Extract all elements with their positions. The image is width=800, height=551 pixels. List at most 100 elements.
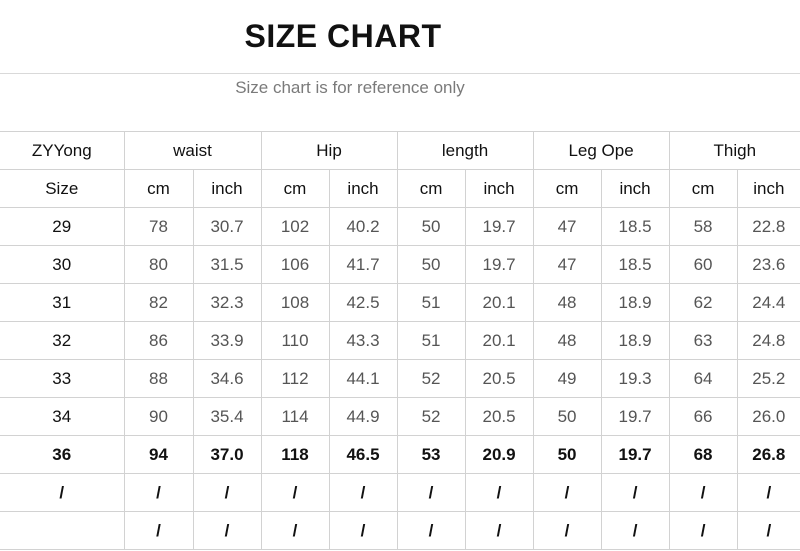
measurement-cell: 26.0: [736, 397, 800, 436]
measurement-cell: 23.6: [736, 245, 800, 284]
measurement-cell: /: [600, 473, 670, 512]
table-row: 29 78 30.7 102 40.2 50 19.7 47 18.5 58 22.8: [0, 207, 800, 246]
measurement-cell: /: [260, 511, 330, 550]
unit-header: cm: [668, 169, 738, 208]
measurement-cell: /: [668, 473, 738, 512]
measurement-cell: 46.5: [328, 435, 398, 474]
measurement-cell: 51: [396, 321, 466, 360]
brand-header: ZYYong: [0, 131, 124, 170]
measurement-cell: 51: [396, 283, 466, 322]
measurement-cell: 50: [532, 435, 602, 474]
measurement-cell: 44.1: [328, 359, 398, 398]
measurement-cell: 34.6: [192, 359, 262, 398]
measurement-cell: 18.5: [600, 207, 670, 246]
measurement-cell: 63: [668, 321, 738, 360]
measurement-cell: 50: [396, 245, 466, 284]
unit-header: cm: [123, 169, 193, 208]
measurement-cell: 52: [396, 359, 466, 398]
size-cell: 29: [0, 207, 124, 246]
measurement-cell: 94: [123, 435, 193, 474]
subtitle: Size chart is for reference only: [235, 78, 465, 97]
group-header-thigh: Thigh: [668, 131, 800, 170]
measurement-cell: 50: [532, 397, 602, 436]
measurement-cell: 90: [123, 397, 193, 436]
measurement-cell: /: [123, 473, 193, 512]
measurement-cell: 20.1: [464, 283, 534, 322]
measurement-cell: /: [464, 473, 534, 512]
measurement-cell: 18.5: [600, 245, 670, 284]
measurement-cell: /: [328, 473, 398, 512]
measurement-cell: 20.9: [464, 435, 534, 474]
measurement-cell: 26.8: [736, 435, 800, 474]
unit-header: cm: [260, 169, 330, 208]
measurement-cell: /: [396, 473, 466, 512]
measurement-cell: 20.5: [464, 359, 534, 398]
group-header-length: length: [396, 131, 534, 170]
measurement-cell: 24.4: [736, 283, 800, 322]
measurement-cell: /: [260, 473, 330, 512]
measurement-cell: 86: [123, 321, 193, 360]
table-row: / / / / / / / / / /: [0, 511, 800, 550]
unit-header: inch: [736, 169, 800, 208]
measurement-cell: 64: [668, 359, 738, 398]
group-header-hip: Hip: [260, 131, 398, 170]
unit-header: inch: [328, 169, 398, 208]
size-cell: /: [0, 473, 124, 512]
table-row: 33 88 34.6 112 44.1 52 20.5 49 19.3 64 25.2: [0, 359, 800, 398]
measurement-cell: 50: [396, 207, 466, 246]
header-row-units: Size cm inch cm inch cm inch cm inch cm …: [0, 169, 800, 208]
measurement-cell: /: [328, 511, 398, 550]
measurement-cell: 48: [532, 283, 602, 322]
measurement-cell: /: [192, 511, 262, 550]
size-cell: 30: [0, 245, 124, 284]
unit-header: inch: [192, 169, 262, 208]
measurement-cell: 53: [396, 435, 466, 474]
measurement-cell: 80: [123, 245, 193, 284]
measurement-cell: 118: [260, 435, 330, 474]
measurement-cell: 24.8: [736, 321, 800, 360]
measurement-cell: 44.9: [328, 397, 398, 436]
measurement-cell: /: [532, 473, 602, 512]
measurement-cell: /: [396, 511, 466, 550]
measurement-cell: 18.9: [600, 283, 670, 322]
measurement-cell: 106: [260, 245, 330, 284]
size-cell: 32: [0, 321, 124, 360]
measurement-cell: 18.9: [600, 321, 670, 360]
measurement-cell: 19.7: [600, 435, 670, 474]
measurement-cell: /: [600, 511, 670, 550]
measurement-cell: 49: [532, 359, 602, 398]
measurement-cell: 108: [260, 283, 330, 322]
header-row-groups: ZYYong waist Hip length Leg Ope Thigh: [0, 131, 800, 170]
measurement-cell: /: [464, 511, 534, 550]
measurement-cell: 20.5: [464, 397, 534, 436]
table-row: 31 82 32.3 108 42.5 51 20.1 48 18.9 62 24.4: [0, 283, 800, 322]
measurement-cell: 33.9: [192, 321, 262, 360]
measurement-cell: /: [668, 511, 738, 550]
measurement-cell: 48: [532, 321, 602, 360]
group-header-leg-opening: Leg Ope: [532, 131, 670, 170]
measurement-cell: 58: [668, 207, 738, 246]
size-header: Size: [0, 169, 124, 208]
measurement-cell: 78: [123, 207, 193, 246]
unit-header: cm: [396, 169, 466, 208]
measurement-cell: 62: [668, 283, 738, 322]
measurement-cell: /: [123, 511, 193, 550]
measurement-cell: 68: [668, 435, 738, 474]
measurement-cell: 52: [396, 397, 466, 436]
table-row: / / / / / / / / / / /: [0, 473, 800, 512]
table-row: 30 80 31.5 106 41.7 50 19.7 47 18.5 60 23.6: [0, 245, 800, 284]
unit-header: inch: [600, 169, 670, 208]
size-table: ZYYong waist Hip length Leg Ope Thigh Si…: [0, 131, 800, 550]
table-row: 36 94 37.0 118 46.5 53 20.9 50 19.7 68 26.8: [0, 435, 800, 474]
measurement-cell: 19.7: [464, 207, 534, 246]
measurement-cell: 42.5: [328, 283, 398, 322]
unit-header: inch: [464, 169, 534, 208]
measurement-cell: 114: [260, 397, 330, 436]
size-cell: 31: [0, 283, 124, 322]
measurement-cell: /: [532, 511, 602, 550]
measurement-cell: 31.5: [192, 245, 262, 284]
measurement-cell: 60: [668, 245, 738, 284]
measurement-cell: 47: [532, 207, 602, 246]
size-cell: 33: [0, 359, 124, 398]
size-cell: 36: [0, 435, 124, 474]
